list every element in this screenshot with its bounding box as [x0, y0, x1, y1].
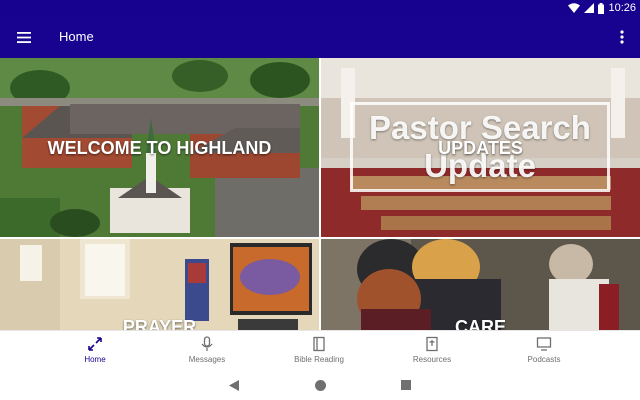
nav-label-home: Home: [84, 355, 106, 364]
nav-item-messages[interactable]: Messages: [152, 331, 262, 371]
wifi-icon: [568, 3, 581, 13]
prayer-caption: PRAYER: [122, 317, 197, 330]
recents-icon: [401, 380, 411, 390]
page-title: Home: [59, 29, 94, 44]
nav-item-home[interactable]: Home: [40, 331, 150, 371]
menu-button[interactable]: [14, 27, 34, 47]
status-bar: 10:26: [0, 0, 640, 16]
signal-icon: [584, 3, 595, 13]
book-icon: [313, 336, 325, 352]
updates-tile[interactable]: Pastor Search Update UPDATES: [321, 58, 640, 237]
nav-item-resources[interactable]: Resources: [377, 331, 487, 371]
status-icons: 10:26: [568, 1, 636, 15]
nav-label-messages: Messages: [188, 355, 226, 364]
app-bar: Home: [0, 16, 640, 58]
back-icon: [229, 379, 239, 391]
status-time: 10:26: [608, 2, 636, 14]
home-circle-icon: [314, 379, 326, 391]
battery-icon: [598, 2, 605, 14]
care-tile[interactable]: CARE: [321, 239, 640, 330]
nav-item-bible-reading[interactable]: Bible Reading: [264, 331, 374, 371]
more-vert-icon: [620, 30, 624, 44]
prayer-tile[interactable]: PRAYER: [0, 239, 319, 330]
nav-label-bible-reading: Bible Reading: [294, 355, 344, 364]
welcome-caption: WELCOME TO HIGHLAND: [47, 138, 272, 158]
microphone-icon: [201, 336, 213, 351]
system-back-button[interactable]: [227, 378, 241, 392]
nav-label-podcasts: Podcasts: [527, 355, 561, 364]
updates-caption: UPDATES: [438, 138, 523, 158]
welcome-tile[interactable]: WELCOME TO HIGHLAND: [0, 58, 319, 237]
system-recents-button[interactable]: [399, 378, 413, 392]
system-navigation-bar: [0, 370, 640, 400]
system-home-button[interactable]: [313, 378, 327, 392]
nav-item-podcasts[interactable]: Podcasts: [489, 331, 599, 371]
bottom-navigation: Home Messages Bible Reading Resources Po…: [0, 330, 640, 370]
home-tile-grid: WELCOME TO HIGHLAND Pastor Search Update…: [0, 58, 640, 330]
monitor-icon: [536, 337, 552, 351]
home-icon: [88, 337, 102, 351]
care-caption: CARE: [454, 317, 506, 330]
bible-icon: [426, 336, 438, 352]
menu-icon: [17, 31, 31, 43]
nav-label-resources: Resources: [412, 355, 452, 364]
overflow-menu-button[interactable]: [614, 27, 630, 47]
